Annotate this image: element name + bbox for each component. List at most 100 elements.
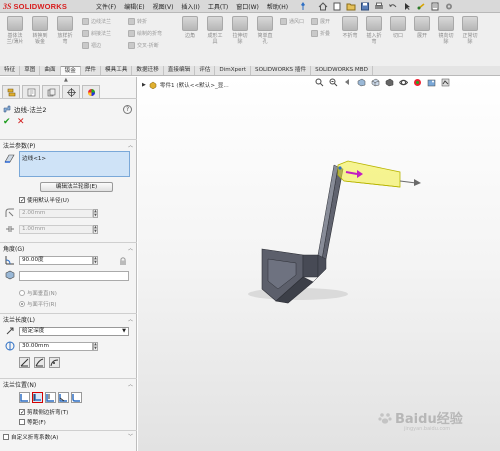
tab-features[interactable]: 特征 xyxy=(0,66,21,75)
menu-insert[interactable]: 插入(I) xyxy=(181,2,199,11)
fold-button[interactable]: 折叠 xyxy=(311,29,330,37)
bend-radius-spinner[interactable]: ▲ ▼ xyxy=(93,209,98,218)
select-arrow-icon[interactable] xyxy=(402,2,412,11)
collapse-arrow-icon[interactable]: ▲ xyxy=(64,77,68,83)
menu-window[interactable]: 窗口(W) xyxy=(236,2,259,11)
view-settings-icon[interactable] xyxy=(441,78,450,87)
reference-face-field[interactable] xyxy=(19,271,129,281)
graphics-area[interactable]: ▶ 零件1 (默认<<默认>_显... Baidu经验 jingyan.baid… xyxy=(138,77,500,451)
insert-bends-button[interactable]: 插入折 弯 xyxy=(362,16,386,45)
tab-surfaces[interactable]: 曲面 xyxy=(40,66,61,75)
sheet-metal-model[interactable] xyxy=(138,77,500,451)
cancel-button[interactable]: ✕ xyxy=(17,117,25,127)
convert-to-sheetmetal-button[interactable]: 转换到 钣金 xyxy=(28,16,52,45)
display-manager-tab[interactable] xyxy=(82,85,100,98)
end-condition-select[interactable]: 给定深度 ▼ xyxy=(19,327,129,336)
perpendicular-to-face-radio[interactable]: 与面垂直(N) xyxy=(19,289,57,297)
tab-data-migration[interactable]: 数据迁移 xyxy=(132,66,164,75)
cross-break-button[interactable]: 交叉-折断 xyxy=(128,41,162,49)
edge-list-item[interactable]: 边线<1> xyxy=(22,156,46,162)
property-manager-tab[interactable] xyxy=(22,85,40,98)
flange-position-header[interactable]: 法兰位置(N) ︿ xyxy=(0,379,137,389)
drag-handle-arrow-icon[interactable] xyxy=(414,179,421,186)
base-flange-tab-button[interactable]: 基体法 兰/薄片 xyxy=(3,16,27,45)
edit-flange-profile-button[interactable]: 编辑法兰轮廓(E) xyxy=(40,182,113,192)
tangent-bend-button[interactable] xyxy=(49,357,60,368)
ok-button[interactable]: ✔ xyxy=(3,117,11,127)
section-view-icon[interactable] xyxy=(357,78,366,87)
tab-sketch[interactable]: 草图 xyxy=(20,66,41,75)
apply-scene-icon[interactable] xyxy=(427,78,436,87)
configuration-manager-tab[interactable] xyxy=(42,85,60,98)
view-orientation-icon[interactable] xyxy=(371,78,380,87)
rebuild-icon[interactable] xyxy=(416,2,426,11)
file-properties-icon[interactable] xyxy=(430,2,440,11)
lock-icon[interactable] xyxy=(118,256,128,266)
trim-side-bends-checkbox[interactable]: ✓ 剪裁侧边折弯(T) xyxy=(19,408,68,416)
checkbox-checked[interactable]: ✓ xyxy=(19,197,25,204)
flange-angle-field[interactable]: 90.00度 xyxy=(19,256,93,265)
forming-tool-button[interactable]: 成形工 具 xyxy=(203,16,227,45)
normal-cut-button[interactable]: 正常切 除 xyxy=(458,16,482,45)
angle-header[interactable]: 角度(G) ︿ xyxy=(0,243,137,253)
mirror-cut-button[interactable]: 镜向切 除 xyxy=(434,16,458,45)
sketched-bend-button[interactable]: 绘制的折弯 xyxy=(128,29,162,37)
expand-caret-icon[interactable]: ﹀ xyxy=(128,433,133,440)
extruded-cut-button[interactable]: 拉伸切 除 xyxy=(228,16,252,45)
gap-distance-spinner[interactable]: ▲ ▼ xyxy=(93,225,98,234)
corners-button[interactable]: 边角 xyxy=(178,16,202,39)
material-inside-button[interactable] xyxy=(19,392,30,403)
flange-angle-spinner[interactable]: ▲ ▼ xyxy=(93,256,98,265)
checkbox-checked[interactable]: ✓ xyxy=(19,409,25,416)
tab-evaluate[interactable]: 评估 xyxy=(195,66,216,75)
radio-dot-selected[interactable] xyxy=(19,301,25,307)
menu-view[interactable]: 视图(V) xyxy=(153,2,174,11)
no-bends-button[interactable]: 不折弯 xyxy=(338,16,362,39)
options-gear-icon[interactable] xyxy=(444,2,454,11)
outer-virtual-sharp-button[interactable] xyxy=(19,357,30,368)
save-icon[interactable] xyxy=(360,2,370,11)
inner-virtual-sharp-button[interactable] xyxy=(34,357,45,368)
checkbox-unchecked[interactable] xyxy=(3,434,9,440)
tab-sheet-metal[interactable]: 钣金 xyxy=(60,66,81,75)
flange-length-field[interactable]: 30.00mm xyxy=(19,342,93,351)
menu-help[interactable]: 帮助(H) xyxy=(267,2,288,11)
undo-icon[interactable] xyxy=(388,2,398,11)
bend-outside-button[interactable] xyxy=(45,392,56,403)
side-wall[interactable] xyxy=(302,254,319,278)
simple-hole-button[interactable]: 简单直 孔 xyxy=(253,16,277,45)
bend-radius-field[interactable]: 2.00mm xyxy=(19,209,93,218)
unfold-button[interactable]: 展开 xyxy=(311,17,330,25)
display-style-icon[interactable] xyxy=(385,78,394,87)
print-icon[interactable] xyxy=(374,2,384,11)
flange-preview[interactable] xyxy=(337,160,401,188)
edit-appearance-icon[interactable] xyxy=(413,78,422,87)
dimxpert-manager-tab[interactable] xyxy=(62,85,80,98)
vent-button[interactable]: 通风口 xyxy=(280,17,304,25)
menu-edit[interactable]: 编辑(E) xyxy=(124,2,144,11)
help-button[interactable]: ? xyxy=(123,105,132,114)
material-outside-button[interactable] xyxy=(32,392,43,403)
tab-dimxpert[interactable]: DimXpert xyxy=(215,66,252,75)
pin-icon[interactable] xyxy=(300,2,306,10)
miter-flange-button[interactable]: 斜接法兰 xyxy=(82,29,111,37)
flange-parameters-header[interactable]: 法兰参数(P) ︿ xyxy=(0,140,137,150)
new-document-icon[interactable] xyxy=(332,2,342,11)
expand-arrow-icon[interactable]: ▶ xyxy=(142,82,146,88)
zoom-to-area-icon[interactable] xyxy=(329,78,338,87)
edge-selection-list[interactable]: 边线<1> xyxy=(19,151,130,177)
radio-dot[interactable] xyxy=(19,290,25,296)
hem-button[interactable]: 褶边 xyxy=(82,41,111,49)
bend-from-virtual-sharp-button[interactable] xyxy=(58,392,69,403)
flyout-feature-tree[interactable]: ▶ 零件1 (默认<<默认>_显... xyxy=(142,81,229,89)
tab-weldments[interactable]: 焊件 xyxy=(81,66,102,75)
home-icon[interactable] xyxy=(318,2,328,11)
gap-distance-field[interactable]: 1.00mm xyxy=(19,225,93,234)
menu-tools[interactable]: 工具(T) xyxy=(208,2,228,11)
jog-button[interactable]: 转折 xyxy=(128,17,162,25)
tab-direct-editing[interactable]: 直接编辑 xyxy=(164,66,196,75)
hide-show-items-icon[interactable] xyxy=(399,78,408,87)
custom-bend-allowance-checkbox[interactable]: 自定义折弯系数(A) xyxy=(3,433,58,441)
tab-mold-tools[interactable]: 模具工具 xyxy=(101,66,133,75)
rip-button[interactable]: 切口 xyxy=(386,16,410,39)
